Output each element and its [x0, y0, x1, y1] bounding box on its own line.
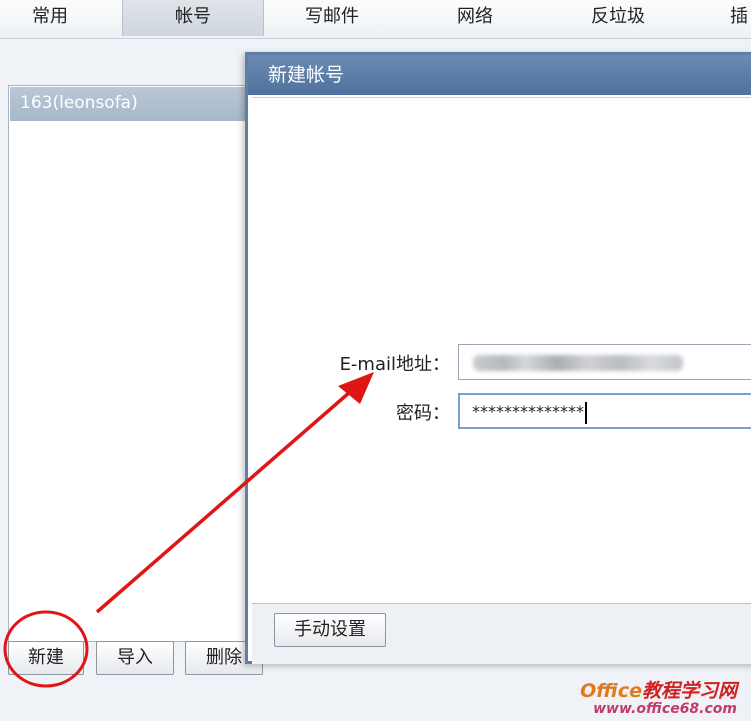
tab-plugins[interactable]: 插: [730, 0, 751, 36]
password-value: **************: [472, 402, 584, 421]
email-field[interactable]: [458, 344, 751, 380]
watermark-logo: Office教程学习网: [580, 680, 737, 702]
tab-antispam[interactable]: 反垃圾: [548, 0, 688, 36]
tab-compose[interactable]: 写邮件: [262, 0, 402, 36]
account-list[interactable]: 163(leonsofa): [8, 85, 260, 642]
email-label: E-mail地址：: [339, 354, 450, 375]
settings-tab-bar: 常用 帐号 写邮件 网络 反垃圾 插: [0, 0, 751, 39]
redacted-email-value: [473, 355, 683, 371]
dialog-footer: 手动设置: [252, 603, 751, 664]
password-field[interactable]: **************: [458, 393, 751, 429]
dialog-title: 新建帐号: [248, 55, 751, 95]
dialog-body: E-mail地址： 密码： **************: [252, 97, 751, 604]
tab-general[interactable]: 常用: [0, 0, 100, 36]
import-button[interactable]: 导入: [96, 641, 174, 675]
account-list-item[interactable]: 163(leonsofa): [10, 87, 258, 121]
text-caret: [585, 401, 587, 424]
password-label: 密码：: [396, 403, 450, 424]
tab-network[interactable]: 网络: [402, 0, 548, 36]
watermark-site: www.office68.com: [593, 701, 737, 717]
manual-settings-button[interactable]: 手动设置: [274, 613, 386, 647]
new-account-button[interactable]: 新建: [8, 641, 84, 675]
tab-accounts[interactable]: 帐号: [122, 0, 264, 36]
new-account-dialog: 新建帐号 E-mail地址： 密码： ************** 手动设置: [245, 52, 751, 664]
